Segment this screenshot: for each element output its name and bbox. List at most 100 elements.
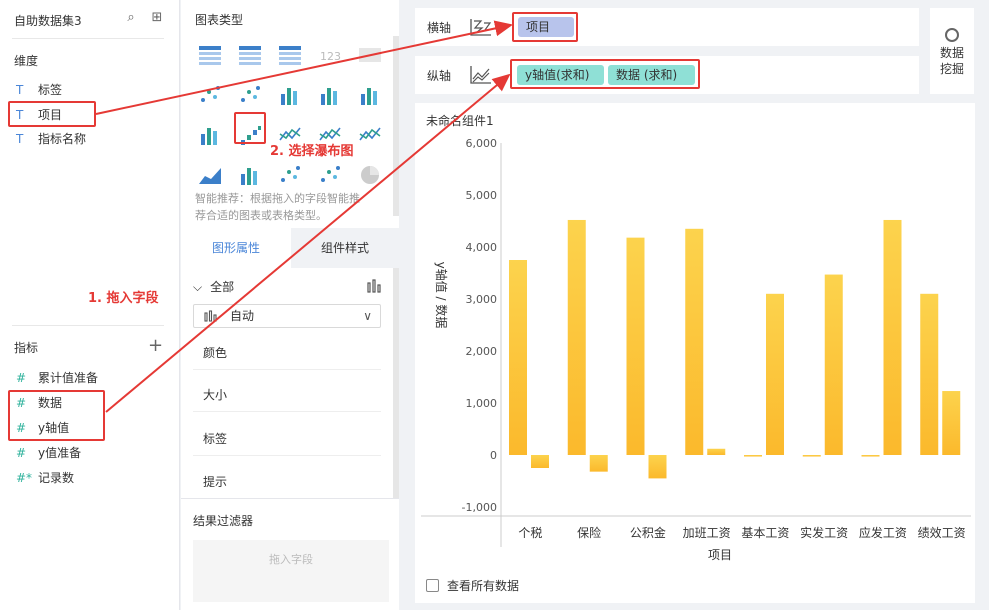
combo-bar-chart-icon[interactable] (237, 162, 263, 188)
highlight-measure-fields (8, 390, 105, 441)
x-tick-label: 公积金 (630, 525, 666, 540)
bar[interactable] (567, 219, 586, 455)
x-tick-label: 个税 (518, 526, 542, 540)
prop-size[interactable]: 大小 (193, 378, 381, 412)
y-axis-label: 纵轴 (427, 69, 452, 83)
field-label: y值准备 (38, 446, 82, 460)
search-icon[interactable]: ⌕ (123, 10, 139, 26)
select-value: 自动 (230, 309, 255, 323)
field-settings-icon[interactable]: ⊞ (149, 10, 165, 26)
chevron-down-icon: ∨ (363, 309, 372, 323)
show-all-data-toggle[interactable]: 查看所有数据 (426, 577, 519, 594)
chevron-down-icon: ⌵ (193, 280, 203, 294)
y-tick-label: 4,000 (466, 241, 498, 254)
x-tick-label: 绩效工资 (918, 525, 966, 540)
x-axis-label: 横轴 (427, 21, 452, 35)
prop-label[interactable]: 标签 (193, 422, 381, 456)
bar[interactable] (744, 455, 762, 457)
field-label: 指标名称 (38, 132, 87, 146)
bar[interactable] (861, 455, 880, 457)
highlight-y-axis-pills (510, 59, 700, 89)
prop-tooltip[interactable]: 提示 (193, 465, 381, 499)
chart-type-title: 图表类型 (195, 13, 244, 27)
bubble-chart-icon[interactable] (317, 162, 343, 188)
mining-label-2: 挖掘 (939, 62, 964, 76)
tab-shape-properties[interactable]: 图形属性 (181, 228, 291, 268)
number-type-icon: # (16, 446, 27, 460)
measure-field-y-prep[interactable]: # y值准备 (16, 443, 81, 463)
filter-drop-zone[interactable]: 拖入字段 (193, 540, 389, 602)
y-tick-label: -1,000 (462, 501, 497, 514)
number-type-icon: # (16, 371, 27, 385)
measure-field-record-count[interactable]: #* 记录数 (16, 468, 74, 488)
highlight-waterfall-chart (234, 112, 266, 144)
bar[interactable] (766, 293, 784, 455)
pie-chart-icon[interactable] (357, 162, 383, 188)
chart-component: 未命名组件1 -1,000 0 1,000 2,000 3,000 4,000 5,000 6… (415, 103, 975, 603)
x-tick-label: 加班工资 (683, 526, 731, 540)
bar[interactable] (920, 293, 939, 455)
property-tabs: 图形属性 组件样式 (181, 228, 399, 268)
y-tick-label: 6,000 (466, 137, 498, 150)
bar[interactable] (685, 228, 704, 455)
kpi-card-chart-icon[interactable]: 123 (317, 42, 343, 68)
data-mining-button[interactable]: 数据 挖掘 (930, 8, 974, 94)
divider (12, 38, 164, 39)
highlight-item-field (8, 101, 96, 127)
y-tick-label: 1,000 (466, 397, 498, 410)
scatter-grid-chart-icon[interactable] (197, 82, 223, 108)
y-tick-label: 2,000 (466, 345, 498, 358)
x-tick-label: 应发工资 (859, 525, 907, 540)
bar[interactable] (707, 448, 726, 455)
divider (181, 498, 399, 499)
x-tick-label: 基本工资 (741, 526, 789, 540)
multi-column-chart-icon[interactable] (357, 82, 383, 108)
scrollbar[interactable] (393, 268, 399, 498)
smart-recommend-tip: 智能推荐：根据拖入的字段智能推荐合适的图表或表格类型。 (195, 192, 360, 222)
result-filter-title: 结果过滤器 (193, 514, 254, 528)
annotation-step1: 1. 拖入字段 (88, 291, 159, 306)
x-axis-shelf[interactable]: 横轴 项目 (415, 8, 919, 46)
bar[interactable] (883, 219, 902, 455)
radar-chart-icon[interactable] (357, 122, 383, 148)
bar[interactable] (942, 391, 961, 455)
tab-component-style[interactable]: 组件样式 (291, 228, 399, 268)
y-tick-label: 3,000 (466, 293, 498, 306)
text-type-icon: T (16, 132, 24, 146)
dimension-field-indicator-name[interactable]: T 指标名称 (16, 129, 86, 149)
highlight-x-axis-pill (512, 12, 578, 42)
y-axis-title: y轴值 / 数据 (434, 262, 449, 329)
bar[interactable] (648, 455, 667, 479)
bar[interactable] (509, 260, 527, 455)
bar[interactable] (531, 455, 549, 468)
heat-map-chart-icon[interactable] (237, 82, 263, 108)
measure-field-cumulative[interactable]: # 累计值准备 (16, 368, 98, 388)
column-chart-icon[interactable] (317, 82, 343, 108)
x-axis-icon (470, 19, 492, 36)
bar[interactable] (626, 237, 645, 455)
bar-chart-icon[interactable] (367, 279, 381, 293)
y-axis-icon (470, 66, 491, 84)
bar[interactable] (589, 455, 608, 472)
bar-chart: -1,000 0 1,000 2,000 3,000 4,000 5,000 6,000 y轴值… (421, 137, 971, 562)
dot-chart-icon[interactable] (277, 162, 303, 188)
stacked-bar-chart-icon[interactable] (277, 82, 303, 108)
table-chart-icon[interactable] (197, 42, 223, 68)
divider (12, 325, 164, 326)
text-widget-chart-icon[interactable] (357, 42, 383, 68)
crosstab-chart-icon[interactable] (237, 42, 263, 68)
bar[interactable] (824, 274, 843, 455)
bar[interactable] (802, 455, 821, 457)
all-properties-toggle[interactable]: ⌵ 全部 (193, 278, 234, 295)
detail-table-chart-icon[interactable] (277, 42, 303, 68)
mark-type-select[interactable]: 自动 ∨ (193, 304, 381, 328)
prop-color[interactable]: 颜色 (193, 336, 381, 370)
checkbox[interactable] (426, 579, 439, 592)
scrollbar[interactable] (393, 36, 399, 216)
area-chart-icon[interactable] (197, 162, 223, 188)
grouped-bar-chart-icon[interactable] (197, 122, 223, 148)
y-tick-label: 5,000 (466, 189, 498, 202)
dimension-field-tag[interactable]: T 标签 (16, 80, 62, 100)
show-all-label: 查看所有数据 (447, 579, 520, 593)
add-measure-button[interactable]: + (148, 337, 163, 355)
